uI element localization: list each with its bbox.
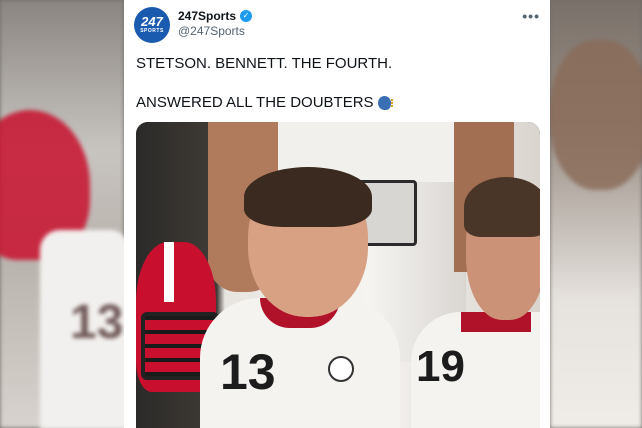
photo-player-19-jersey: 19: [411, 312, 540, 428]
tweet-media-photo[interactable]: 19 13: [136, 122, 540, 428]
tweet-text-line-2-row: ANSWERED ALL THE DOUBTERS: [136, 94, 396, 111]
verified-badge-icon: ✓: [240, 10, 253, 22]
jersey-number-13: 13: [220, 344, 276, 400]
background-right-panel: [550, 0, 642, 428]
tweet-text-line-2: ANSWERED ALL THE DOUBTERS: [136, 94, 374, 111]
account-name[interactable]: 247Sports: [178, 9, 236, 23]
account-name-row[interactable]: 247Sports ✓: [178, 9, 253, 23]
photo-player-13-hair: [244, 167, 372, 227]
jersey-sec-logo: [328, 356, 354, 382]
background-jersey-number: 13: [70, 296, 124, 349]
photo-player-19-hair: [464, 177, 540, 237]
background-player-head: [550, 40, 642, 190]
avatar-logo-text: 247: [141, 14, 163, 29]
speaking-head-emoji-icon: [377, 95, 396, 111]
more-options-icon[interactable]: •••: [522, 8, 540, 24]
tweet-card[interactable]: 247 SPORTS 247Sports ✓ @247Sports ••• ST…: [124, 0, 550, 428]
tweet-text-line-1: STETSON. BENNETT. THE FOURTH.: [136, 55, 393, 72]
photo-player-13-jersey: 13: [200, 298, 400, 428]
avatar-logo-subtext: SPORTS: [140, 28, 164, 34]
account-avatar[interactable]: 247 SPORTS: [134, 7, 170, 43]
background-left-panel: 13: [0, 0, 130, 428]
jersey-number-19: 19: [416, 342, 465, 391]
helmet-stripe: [164, 242, 174, 302]
account-handle[interactable]: @247Sports: [178, 24, 245, 38]
